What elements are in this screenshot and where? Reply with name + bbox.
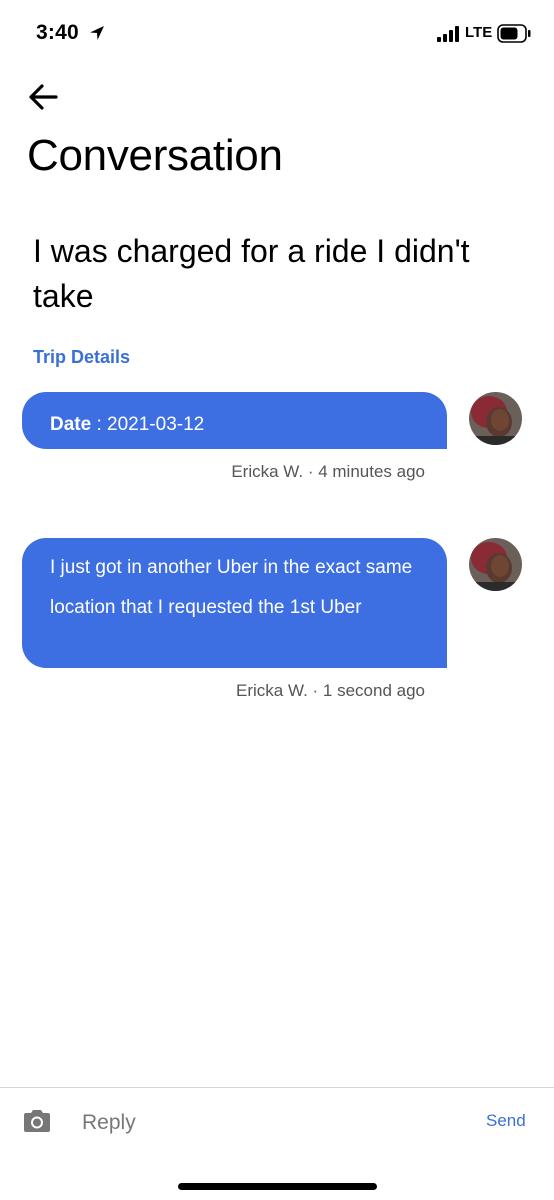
composer-divider <box>0 1087 554 1088</box>
user-avatar-photo <box>469 392 522 445</box>
message-date-label: Date <box>50 414 92 435</box>
camera-icon[interactable] <box>22 1108 52 1134</box>
user-avatar-photo <box>469 538 522 591</box>
conversation-subject: I was charged for a ride I didn't take <box>33 233 470 314</box>
message-date-value: 2021-03-12 <box>107 414 205 435</box>
battery-icon <box>497 24 531 43</box>
cellular-signal-icon <box>437 26 459 42</box>
page-title: Conversation <box>27 131 283 180</box>
avatar <box>469 538 522 591</box>
message-date-separator: : <box>91 414 108 435</box>
trip-details-link[interactable]: Trip Details <box>33 347 130 368</box>
network-type: LTE <box>465 24 493 41</box>
send-button[interactable]: Send <box>486 1111 526 1131</box>
message-bubble: I just got in another Uber in the exact … <box>22 538 447 668</box>
status-time: 3:40 <box>36 21 79 44</box>
back-arrow-icon[interactable] <box>26 80 62 114</box>
message-meta: Ericka W. · 4 minutes ago <box>231 462 425 481</box>
home-indicator[interactable] <box>178 1183 377 1190</box>
message-bubble: Date : 2021-03-12 <box>22 392 447 449</box>
message-meta: Ericka W. · 1 second ago <box>236 681 425 700</box>
status-bar: 3:40 LTE <box>0 0 554 66</box>
message-text: I just got in another Uber in the exact … <box>50 557 413 618</box>
avatar <box>469 392 522 445</box>
reply-input[interactable] <box>82 1108 442 1138</box>
location-arrow-icon <box>90 26 104 40</box>
